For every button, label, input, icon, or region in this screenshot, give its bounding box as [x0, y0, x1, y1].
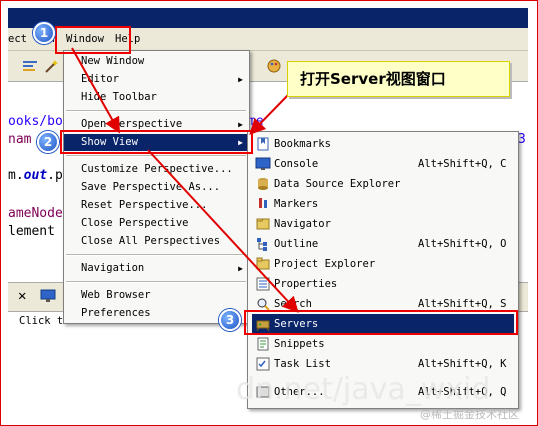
window-menu-hide-toolbar[interactable]: Hide Toolbar	[64, 89, 249, 106]
close-icon[interactable]: ✕	[18, 288, 26, 304]
code-line-2-right: 3	[518, 132, 526, 147]
view-item-label: Markers	[274, 198, 319, 210]
outline-icon	[257, 238, 267, 251]
code-line-3-suffix: .p	[47, 168, 63, 183]
callout-note: 打开Server视图窗口	[287, 61, 510, 97]
code-line-1-right: me	[248, 114, 264, 129]
navigator-icon	[256, 218, 270, 230]
toolbar-list-icon[interactable]	[22, 58, 38, 74]
view-item-navigator[interactable]: Navigator	[252, 214, 514, 234]
watermark-brand: @稀土掘金技术社区	[420, 408, 519, 421]
highlight-servers	[244, 310, 518, 335]
step-badge-2: 2	[37, 131, 59, 153]
code-line-2-left: nam	[8, 132, 32, 147]
view-item-snippets[interactable]: Snippets	[252, 334, 514, 354]
view-item-bookmarks[interactable]: Bookmarks	[252, 134, 514, 154]
menu-separator	[66, 281, 246, 283]
view-item-label: Console	[274, 158, 319, 170]
highlight-show-view	[60, 130, 253, 154]
menu-separator	[66, 110, 246, 112]
code-line-5: lement	[8, 224, 55, 239]
show-view-submenu: Bookmarks Console Alt+Shift+Q, C Data So…	[247, 131, 519, 409]
view-item-shortcut: Alt+Shift+Q, C	[418, 158, 507, 170]
monitor-icon[interactable]	[40, 289, 56, 303]
menu-separator	[66, 254, 246, 256]
view-item-data-source-explorer[interactable]: Data Source Explorer	[252, 174, 514, 194]
view-item-properties[interactable]: Properties	[252, 274, 514, 294]
window-menu-save-perspective[interactable]: Save Perspective As...	[64, 179, 249, 196]
view-item-label: Bookmarks	[274, 138, 331, 150]
view-item-markers[interactable]: Markers	[252, 194, 514, 214]
project-explorer-icon	[256, 257, 270, 270]
bookmarks-icon	[257, 137, 269, 151]
view-item-label: Properties	[274, 278, 338, 290]
properties-icon	[256, 277, 270, 291]
highlight-window-menu	[55, 26, 131, 54]
window-menu-navigation[interactable]: Navigation ▶	[64, 260, 249, 277]
toolbar-palette-icon[interactable]	[266, 58, 282, 74]
console-icon	[255, 157, 271, 170]
view-item-label: Outline	[274, 238, 319, 250]
code-line-4: ameNode	[8, 206, 63, 221]
code-line-3-prefix: m.	[8, 168, 24, 183]
toolbar-wizard-icon[interactable]	[44, 58, 60, 74]
view-item-label: Navigator	[274, 218, 331, 230]
window-menu-editor[interactable]: Editor ▶	[64, 71, 249, 88]
code-line-1-left: ooks/bo	[8, 114, 63, 129]
code-line-3: m.out.p	[8, 168, 63, 183]
step-badge-1: 1	[33, 22, 55, 44]
window-title-bar	[8, 8, 528, 28]
window-menu-web-browser[interactable]: Web Browser	[64, 287, 249, 304]
step-badge-3: 3	[219, 309, 241, 331]
view-item-shortcut: Alt+Shift+Q, O	[418, 238, 507, 250]
view-item-label: Snippets	[274, 338, 325, 350]
view-item-project-explorer[interactable]: Project Explorer	[252, 254, 514, 274]
code-line-3-out: out	[23, 168, 48, 183]
watermark-url: dn.net/java_wxid	[236, 372, 491, 407]
menu-separator	[66, 155, 246, 157]
snippets-icon	[257, 337, 269, 351]
view-item-label: Project Explorer	[274, 258, 376, 270]
submenu-arrow-icon: ▶	[238, 264, 243, 273]
window-menu-customize-perspective[interactable]: Customize Perspective...	[64, 161, 249, 178]
menu-project-partial[interactable]: ect	[8, 33, 27, 45]
bottom-panel-hint[interactable]: Click t	[19, 315, 63, 327]
view-item-label: Data Source Explorer	[274, 178, 401, 190]
view-item-shortcut: Alt+Shift+Q, K	[418, 358, 507, 370]
view-item-console[interactable]: Console Alt+Shift+Q, C	[252, 154, 514, 174]
window-menu-new-window[interactable]: New Window	[64, 53, 249, 70]
data-source-icon	[258, 178, 268, 190]
view-item-label: Task List	[274, 358, 331, 370]
window-menu-close-perspective[interactable]: Close Perspective	[64, 215, 249, 232]
window-menu-reset-perspective[interactable]: Reset Perspective...	[64, 197, 249, 214]
submenu-arrow-icon: ▶	[238, 75, 243, 84]
task-list-icon	[256, 357, 270, 371]
markers-icon	[259, 198, 267, 208]
window-menu: New Window Editor ▶ Hide Toolbar Open Per…	[63, 50, 250, 324]
window-menu-close-all-perspectives[interactable]: Close All Perspectives	[64, 233, 249, 250]
view-item-outline[interactable]: Outline Alt+Shift+Q, O	[252, 234, 514, 254]
view-item-task-list[interactable]: Task List Alt+Shift+Q, K	[252, 354, 514, 374]
